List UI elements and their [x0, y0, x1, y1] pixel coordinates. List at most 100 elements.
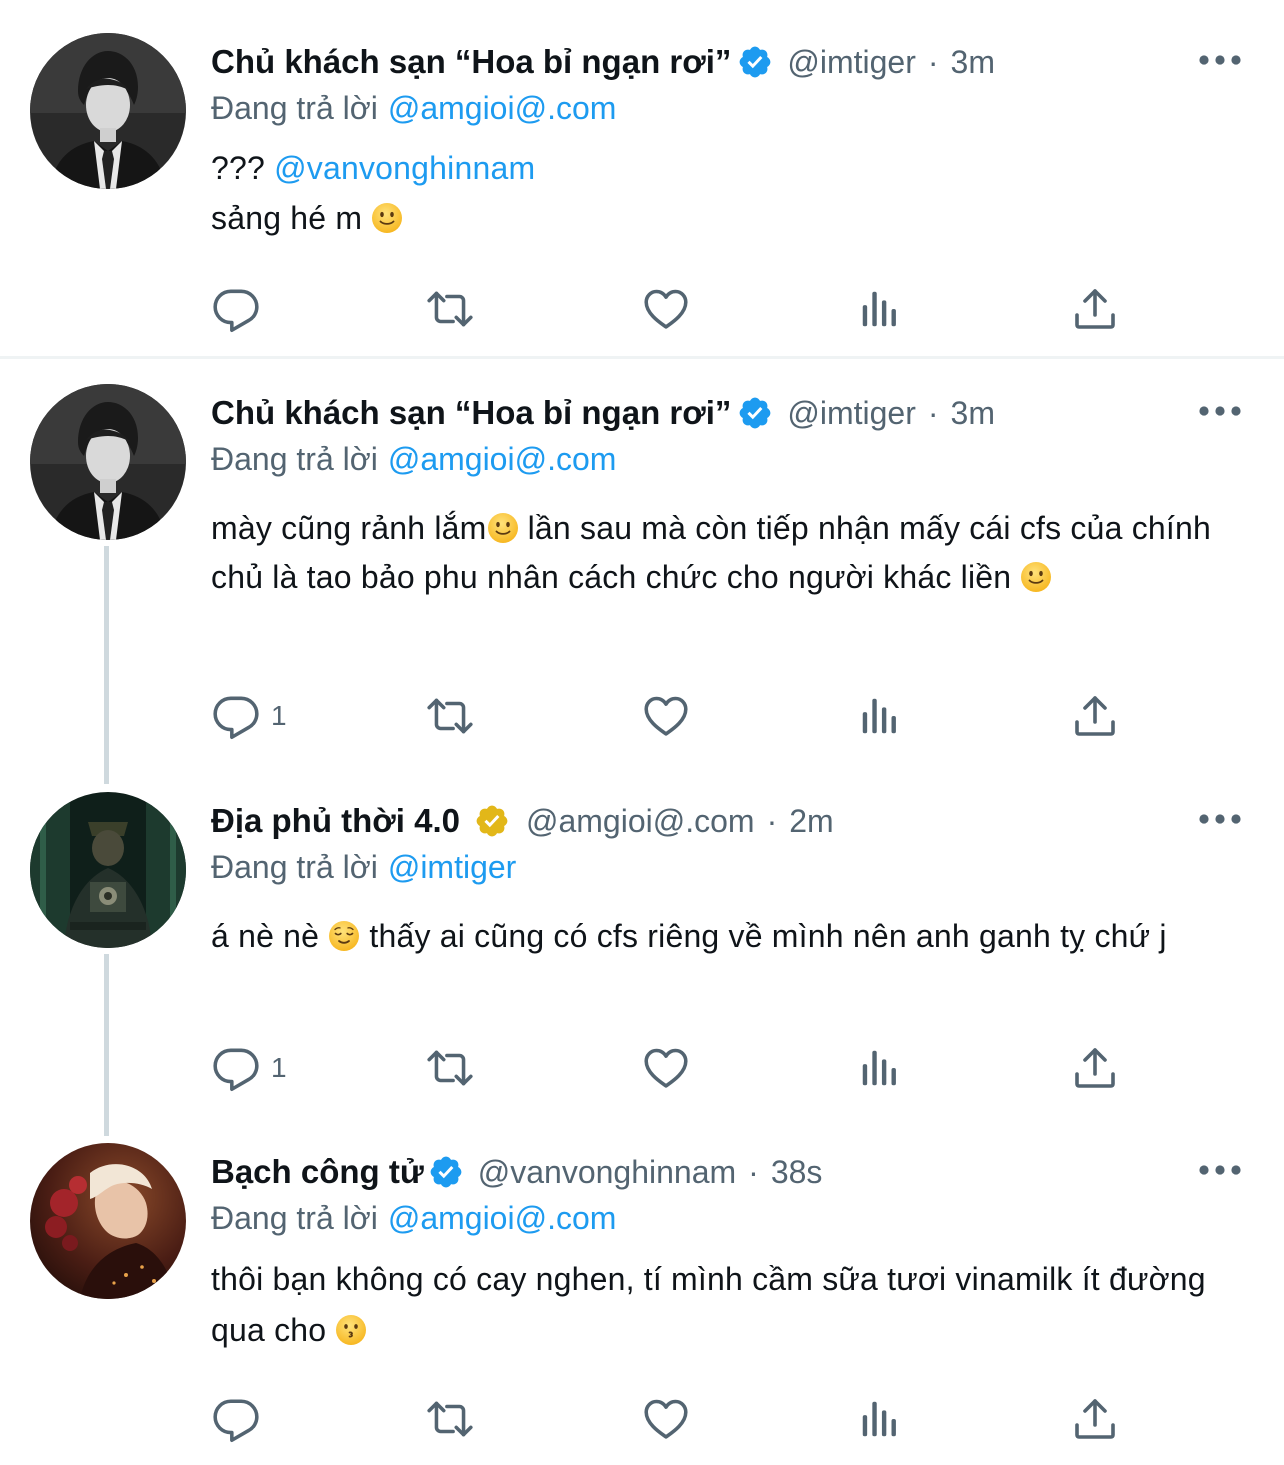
views-icon: [857, 1043, 903, 1093]
separator-dot: ·: [766, 802, 778, 839]
views-button[interactable]: [857, 284, 903, 334]
share-button[interactable]: [1071, 1394, 1119, 1444]
retweet-icon: [425, 284, 475, 334]
share-button[interactable]: [1071, 691, 1119, 741]
replying-to-mention[interactable]: @amgioi@.com: [388, 441, 617, 477]
like-button[interactable]: [641, 1394, 691, 1444]
reply-count: 1: [271, 1052, 287, 1083]
tweet-text-segment: á nè nè: [211, 918, 329, 954]
more-icon[interactable]: [1196, 50, 1244, 70]
display-name[interactable]: Địa phủ thời 4.0: [211, 802, 460, 840]
verified-badge-icon[interactable]: [428, 1154, 464, 1190]
tweet-text-line: sảng hé m: [211, 193, 1251, 243]
heart-icon: [641, 1394, 691, 1444]
reply-button[interactable]: [211, 284, 271, 334]
share-icon: [1071, 284, 1119, 334]
replying-to: Đang trả lời @amgioi@.com: [211, 441, 616, 478]
heart-icon: [641, 284, 691, 334]
timestamp[interactable]: 3m: [951, 395, 995, 432]
retweet-button[interactable]: [425, 691, 475, 741]
replying-to: Đang trả lời @amgioi@.com: [211, 90, 616, 127]
replying-to: Đang trả lời @amgioi@.com: [211, 1200, 616, 1237]
verified-badge-icon[interactable]: [737, 395, 773, 431]
views-button[interactable]: [857, 1043, 903, 1093]
tweet-text: ??? @vanvonghinnam sảng hé m: [211, 143, 1251, 243]
views-icon: [857, 1394, 903, 1444]
display-name[interactable]: Chủ khách sạn “Hoa bỉ ngạn rơi”: [211, 43, 731, 81]
display-name[interactable]: Bạch công tử: [211, 1153, 424, 1191]
tweet[interactable]: Địa phủ thời 4.0 @amgioi@.com · 2m Đang …: [0, 769, 1284, 1121]
like-button[interactable]: [641, 1043, 691, 1093]
retweet-icon: [425, 1394, 475, 1444]
heart-icon: [641, 691, 691, 741]
timestamp[interactable]: 3m: [951, 44, 995, 81]
display-name[interactable]: Chủ khách sạn “Hoa bỉ ngạn rơi”: [211, 394, 731, 432]
reply-icon: [211, 284, 261, 334]
slightly-smiling-face-emoji: [371, 202, 403, 234]
reply-button[interactable]: 1: [211, 1043, 287, 1093]
retweet-button[interactable]: [425, 1043, 475, 1093]
tweet-actions: 1: [211, 691, 1171, 741]
retweet-button[interactable]: [425, 284, 475, 334]
tweet-text: thôi bạn không có cay nghen, tí mình cầm…: [211, 1254, 1221, 1356]
replying-to-mention[interactable]: @amgioi@.com: [388, 90, 617, 126]
user-handle[interactable]: @vanvonghinnam: [478, 1154, 736, 1191]
tweet[interactable]: Bạch công tử @vanvonghinnam · 38s Đang t…: [0, 1121, 1284, 1465]
reply-button[interactable]: [211, 1394, 271, 1444]
views-button[interactable]: [857, 1394, 903, 1444]
slightly-smiling-face-emoji: [1020, 561, 1052, 593]
mention-link[interactable]: @vanvonghinnam: [274, 150, 535, 186]
retweet-button[interactable]: [425, 1394, 475, 1444]
replying-to: Đang trả lời @imtiger: [211, 849, 516, 886]
share-button[interactable]: [1071, 284, 1119, 334]
avatar[interactable]: [30, 792, 186, 948]
separator-dot: ·: [927, 43, 939, 80]
reply-button[interactable]: 1: [211, 691, 287, 741]
replying-to-label: Đang trả lời: [211, 90, 378, 126]
more-icon[interactable]: [1196, 401, 1244, 421]
user-handle[interactable]: @imtiger: [787, 395, 916, 432]
reply-icon: [211, 691, 261, 741]
relieved-face-emoji: [328, 920, 360, 952]
tweet[interactable]: Chủ khách sạn “Hoa bỉ ngạn rơi” @imtiger…: [0, 359, 1284, 769]
verified-badge-icon[interactable]: [737, 44, 773, 80]
avatar[interactable]: [30, 1143, 186, 1299]
avatar[interactable]: [30, 33, 186, 189]
replying-to-label: Đang trả lời: [211, 441, 378, 477]
timestamp[interactable]: 38s: [771, 1154, 823, 1191]
tweet-header: Địa phủ thời 4.0 @amgioi@.com · 2m: [211, 799, 834, 843]
share-icon: [1071, 691, 1119, 741]
tweet[interactable]: Chủ khách sạn “Hoa bỉ ngạn rơi” @imtiger…: [0, 0, 1284, 356]
views-icon: [857, 691, 903, 741]
timestamp[interactable]: 2m: [789, 803, 833, 840]
avatar[interactable]: [30, 384, 186, 540]
like-button[interactable]: [641, 284, 691, 334]
replying-to-mention[interactable]: @imtiger: [388, 849, 517, 885]
slightly-smiling-face-emoji: [487, 512, 519, 544]
share-button[interactable]: [1071, 1043, 1119, 1093]
tweet-text-segment: ???: [211, 150, 275, 186]
replying-to-mention[interactable]: @amgioi@.com: [388, 1200, 617, 1236]
user-handle[interactable]: @imtiger: [787, 44, 916, 81]
like-button[interactable]: [641, 691, 691, 741]
tweet-actions: 1: [211, 1043, 1171, 1093]
separator-dot: ·: [748, 1153, 759, 1190]
more-icon[interactable]: [1196, 809, 1244, 829]
retweet-icon: [425, 691, 475, 741]
replying-to-label: Đang trả lời: [211, 1200, 378, 1236]
tweet-actions: [211, 284, 1171, 334]
share-icon: [1071, 1043, 1119, 1093]
verified-badge-icon[interactable]: [474, 803, 510, 839]
views-button[interactable]: [857, 691, 903, 741]
tweet-text-segment: mày cũng rảnh lắm: [211, 510, 487, 546]
tweet-header: Chủ khách sạn “Hoa bỉ ngạn rơi” @imtiger…: [211, 391, 995, 435]
tweet-actions: [211, 1394, 1171, 1444]
kissing-face-emoji: [335, 1314, 367, 1346]
separator-dot: ·: [927, 394, 939, 431]
tweet-header: Chủ khách sạn “Hoa bỉ ngạn rơi” @imtiger…: [211, 40, 995, 84]
user-handle[interactable]: @amgioi@.com: [526, 803, 755, 840]
tweet-text-line: ??? @vanvonghinnam: [211, 143, 1251, 193]
share-icon: [1071, 1394, 1119, 1444]
more-icon[interactable]: [1196, 1160, 1244, 1180]
heart-icon: [641, 1043, 691, 1093]
